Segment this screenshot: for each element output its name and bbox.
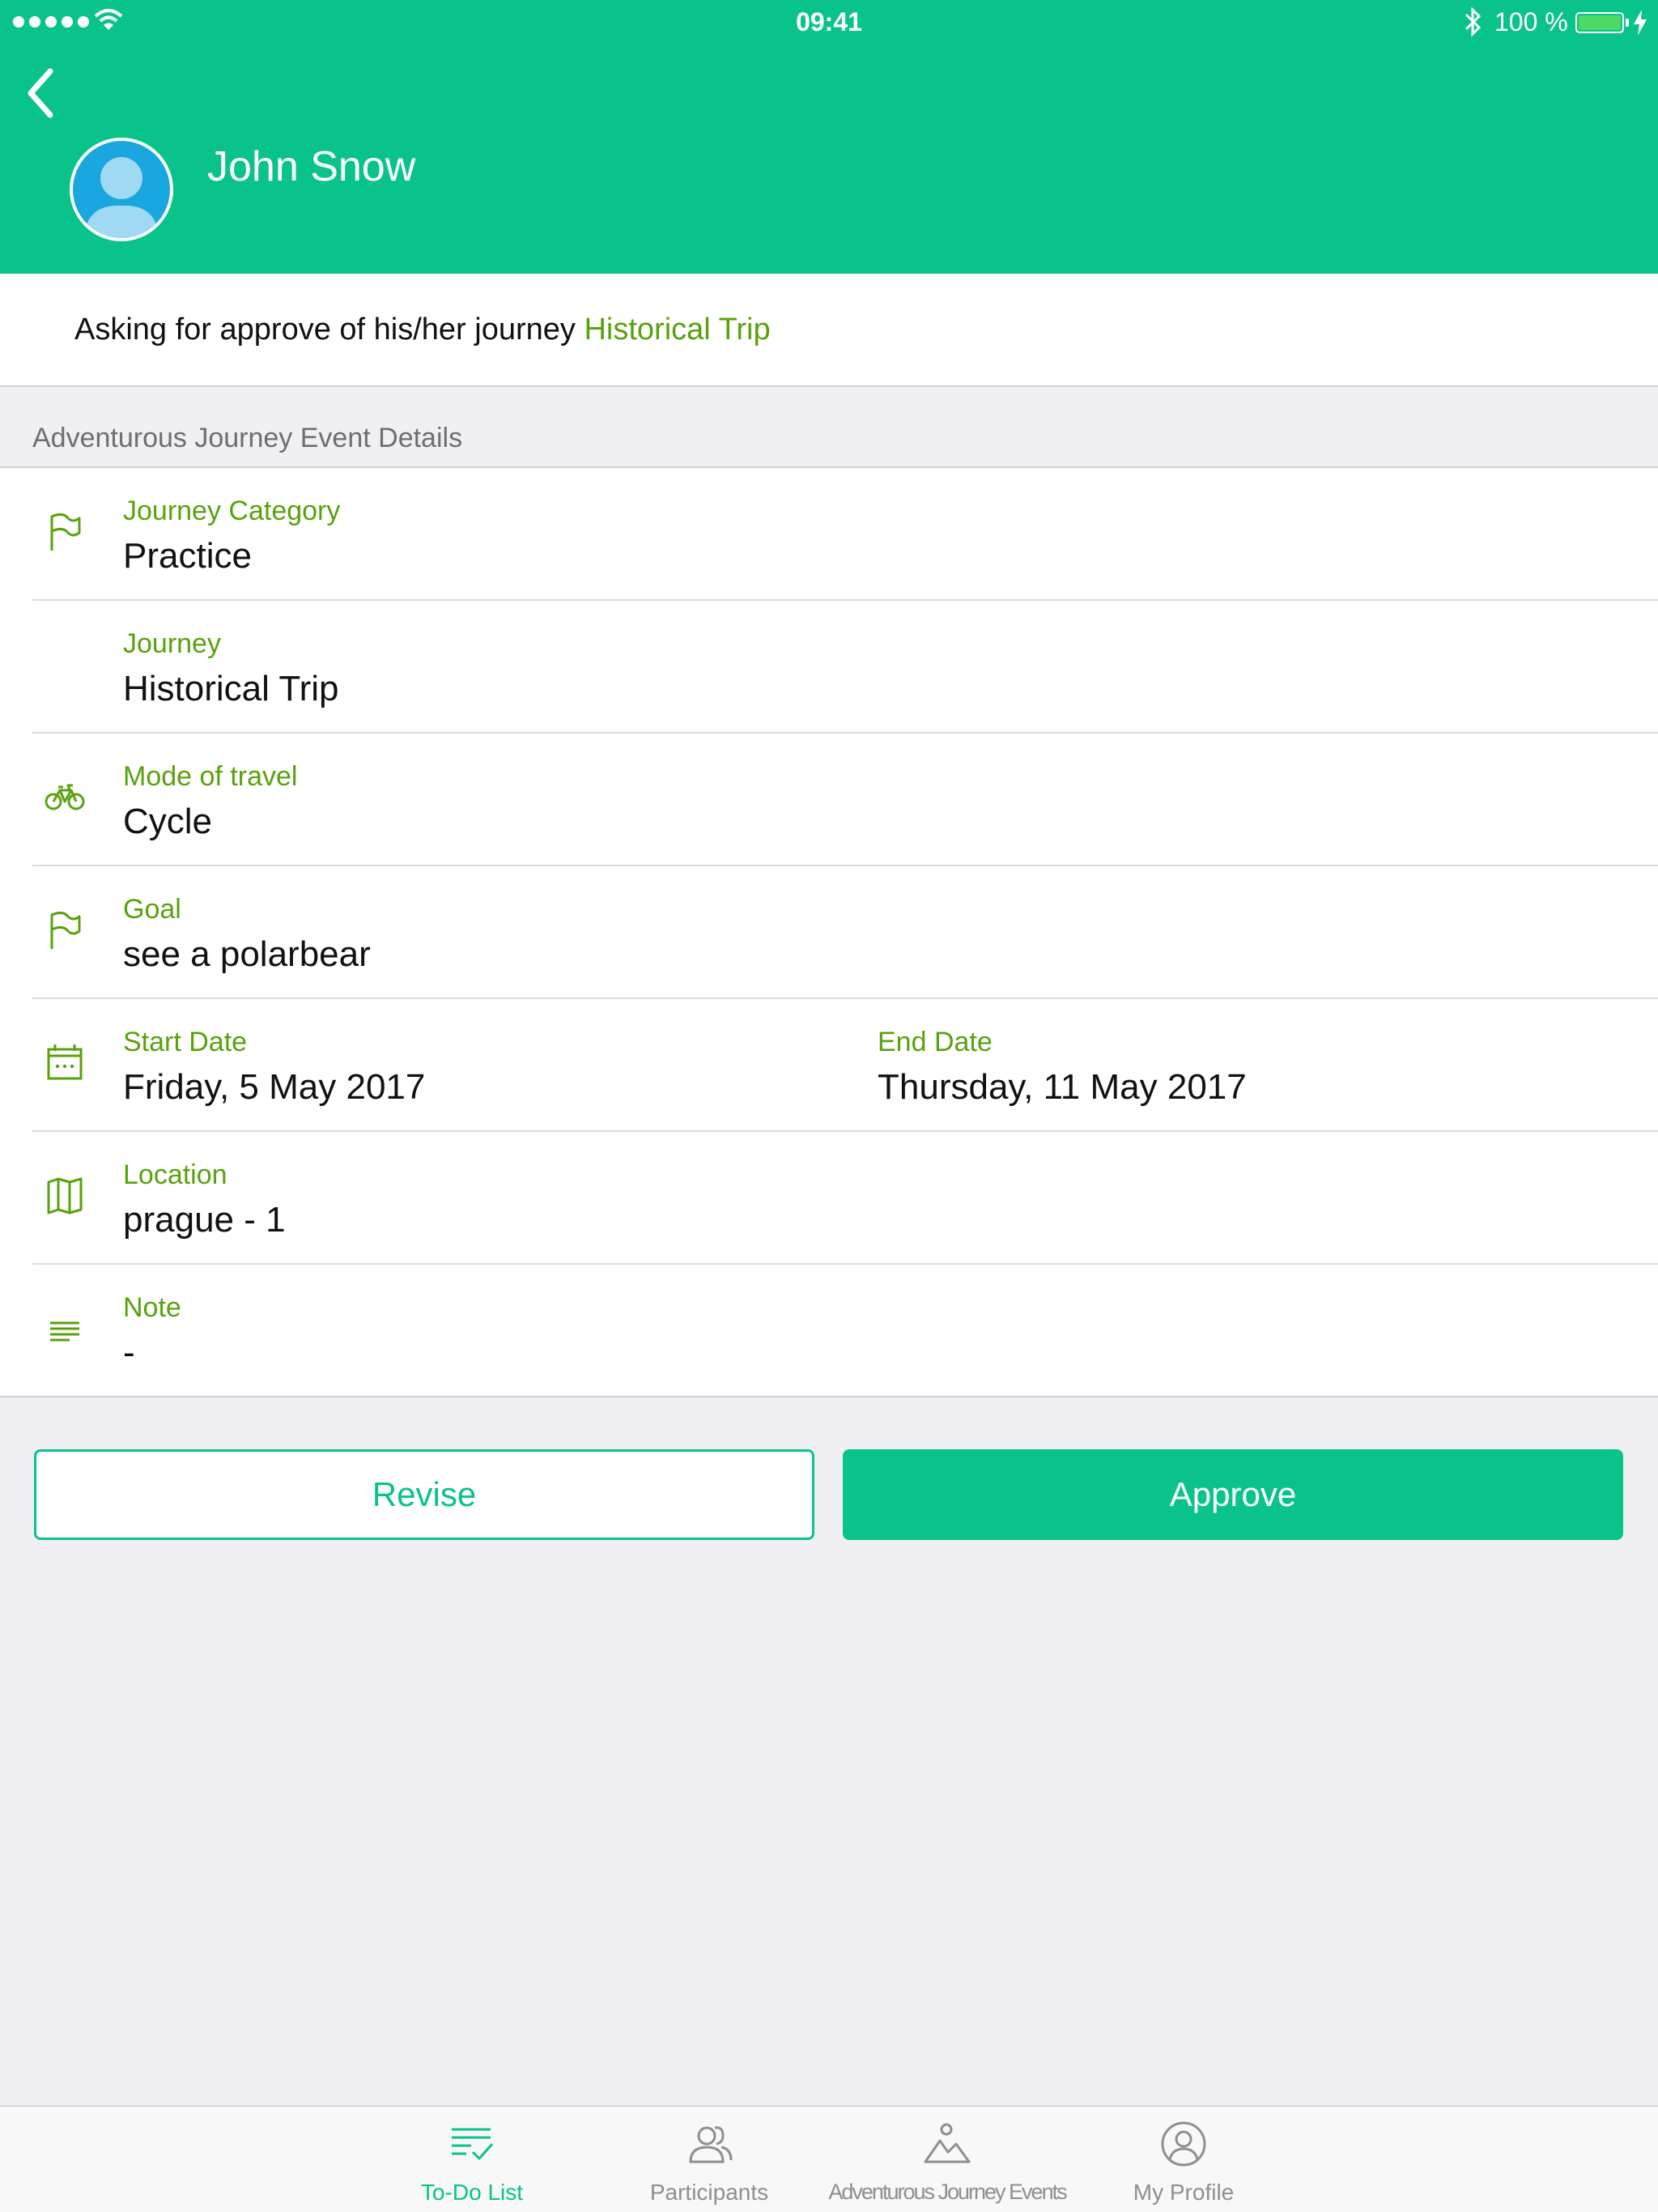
mountain-icon <box>924 2123 971 2163</box>
detail-row-journey: Journey Historical Trip <box>32 601 1658 734</box>
avatar <box>70 138 173 241</box>
calendar-icon <box>47 1044 83 1080</box>
location-label: Location <box>123 1159 227 1190</box>
notes-icon <box>50 1321 79 1342</box>
journey-value: Historical Trip <box>123 669 339 708</box>
request-text: Asking for approve of his/her journey Hi… <box>74 313 771 347</box>
approve-button[interactable]: Approve <box>843 1449 1623 1540</box>
detail-row-location: Location prague - 1 <box>32 1132 1658 1265</box>
tab-todo-list[interactable]: To-Do List <box>351 2107 593 2212</box>
tab-participants[interactable]: Participants <box>588 2107 831 2212</box>
battery-percentage: 100 % <box>1494 7 1568 36</box>
tab-adventurous-journey-events[interactable]: Adventurous Journey Events <box>826 2107 1069 2212</box>
battery-icon <box>1575 12 1624 33</box>
tab-todo-list-label: To-Do List <box>420 2180 524 2205</box>
journey-category-label: Journey Category <box>123 496 341 526</box>
tab-participants-label: Participants <box>649 2180 769 2205</box>
detail-row-note: Note - <box>32 1265 1658 1397</box>
tab-bar: To-Do List Participants Adventurous Jour… <box>0 2105 1658 2212</box>
flag-icon <box>50 911 81 949</box>
revise-button[interactable]: Revise <box>34 1449 814 1540</box>
start-date-label: Start Date <box>123 1027 248 1057</box>
detail-row-journey-category: Journey Category Practice <box>32 468 1658 601</box>
participants-icon <box>689 2126 733 2163</box>
note-label: Note <box>123 1292 181 1323</box>
mode-of-travel-label: Mode of travel <box>123 761 298 792</box>
journey-label: Journey <box>123 628 221 659</box>
request-message: Asking for approve of his/her journey <box>74 313 576 347</box>
request-journey-link[interactable]: Historical Trip <box>584 313 770 347</box>
battery-tip <box>1626 19 1629 27</box>
section-title: Adventurous Journey Event Details <box>32 423 463 453</box>
approval-request: Asking for approve of his/her journey Hi… <box>0 274 1658 387</box>
start-date-value: Friday, 5 May 2017 <box>123 1067 426 1107</box>
bluetooth-icon <box>1465 6 1482 37</box>
event-details-list: Journey Category Practice Journey Histor… <box>0 466 1658 1397</box>
tab-my-profile-label: My Profile <box>1133 2180 1235 2205</box>
bicycle-icon <box>45 784 85 810</box>
mode-of-travel-value: Cycle <box>123 802 213 841</box>
goal-label: Goal <box>123 894 181 925</box>
goal-value: see a polarbear <box>123 934 371 974</box>
tab-events-label: Adventurous Journey Events <box>828 2180 1067 2204</box>
user-avatar-icon <box>84 157 159 238</box>
detail-row-mode-of-travel: Mode of travel Cycle <box>32 734 1658 866</box>
journey-category-value: Practice <box>123 536 252 576</box>
header: 09:41 100 % John Snow <box>0 0 1658 274</box>
map-icon <box>47 1177 83 1214</box>
todo-list-icon <box>452 2128 494 2160</box>
end-date-label: End Date <box>878 1027 993 1057</box>
flag-icon <box>50 513 81 551</box>
location-value: prague - 1 <box>123 1200 286 1240</box>
status-bar: 09:41 100 % <box>0 0 1658 45</box>
user-name: John Snow <box>207 143 416 190</box>
status-time: 09:41 <box>796 7 862 36</box>
back-icon[interactable] <box>23 66 63 120</box>
end-date-value: Thursday, 11 May 2017 <box>878 1067 1247 1107</box>
detail-row-dates: Start Date Friday, 5 May 2017 End Date T… <box>32 999 1658 1132</box>
detail-row-goal: Goal see a polarbear <box>32 866 1658 999</box>
charging-icon <box>1634 10 1647 36</box>
tab-my-profile[interactable]: My Profile <box>1062 2107 1305 2212</box>
profile-icon <box>1161 2121 1206 2167</box>
note-value: - <box>123 1333 135 1372</box>
